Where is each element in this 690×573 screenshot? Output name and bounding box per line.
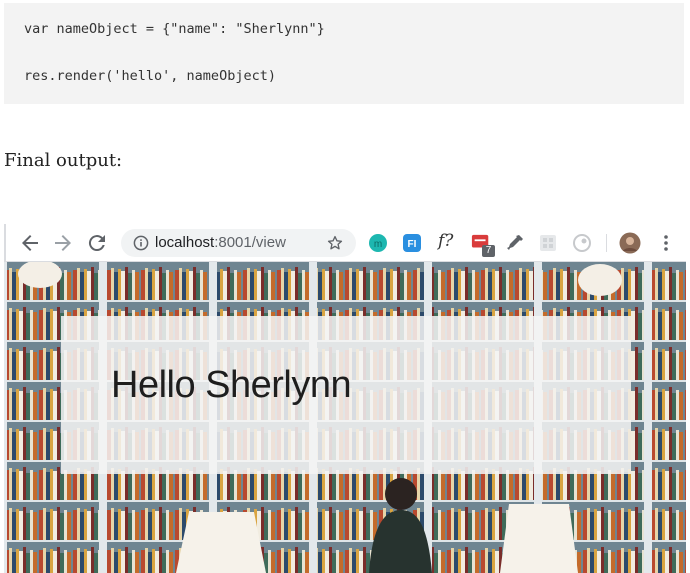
reload-icon[interactable]: [85, 231, 109, 255]
code-line-1: var nameObject = {"name": "Sherlynn"}: [24, 21, 325, 37]
browser-window: localhost:8001/view m FI f? 7 Hello Sher…: [4, 224, 686, 573]
url-host: localhost: [155, 234, 215, 251]
svg-text:m: m: [374, 239, 382, 250]
extension-f-icon[interactable]: f?: [438, 231, 453, 251]
code-block: var nameObject = {"name": "Sherlynn"} re…: [4, 3, 684, 104]
url-path: :8001/view: [214, 234, 286, 251]
extension-grid-icon[interactable]: [538, 233, 558, 253]
address-bar[interactable]: localhost:8001/view: [121, 229, 356, 257]
extension-circle-icon[interactable]: [572, 233, 592, 253]
profile-avatar-icon[interactable]: [619, 232, 641, 254]
toolbar-separator: [606, 234, 607, 252]
hello-heading: Hello Sherlynn: [111, 364, 352, 406]
bookmark-star-icon[interactable]: [326, 234, 344, 252]
page-viewport: Hello Sherlynn: [4, 262, 686, 573]
svg-text:FI: FI: [408, 239, 417, 250]
extension-m-icon[interactable]: m: [368, 233, 388, 253]
final-output-caption: Final output:: [4, 150, 123, 171]
back-arrow-icon[interactable]: [18, 231, 42, 255]
info-icon[interactable]: [133, 235, 149, 251]
forward-arrow-icon[interactable]: [51, 231, 75, 255]
extension-badge: 7: [482, 245, 495, 257]
more-menu-icon[interactable]: [656, 233, 676, 253]
url-text: localhost:8001/view: [155, 234, 286, 251]
eyedropper-icon[interactable]: [505, 233, 525, 253]
code-line-2: res.render('hello', nameObject): [24, 68, 276, 84]
extension-fi-icon[interactable]: FI: [402, 233, 422, 253]
hello-card: Hello Sherlynn: [61, 316, 631, 474]
browser-toolbar: localhost:8001/view m FI f? 7: [4, 224, 686, 262]
